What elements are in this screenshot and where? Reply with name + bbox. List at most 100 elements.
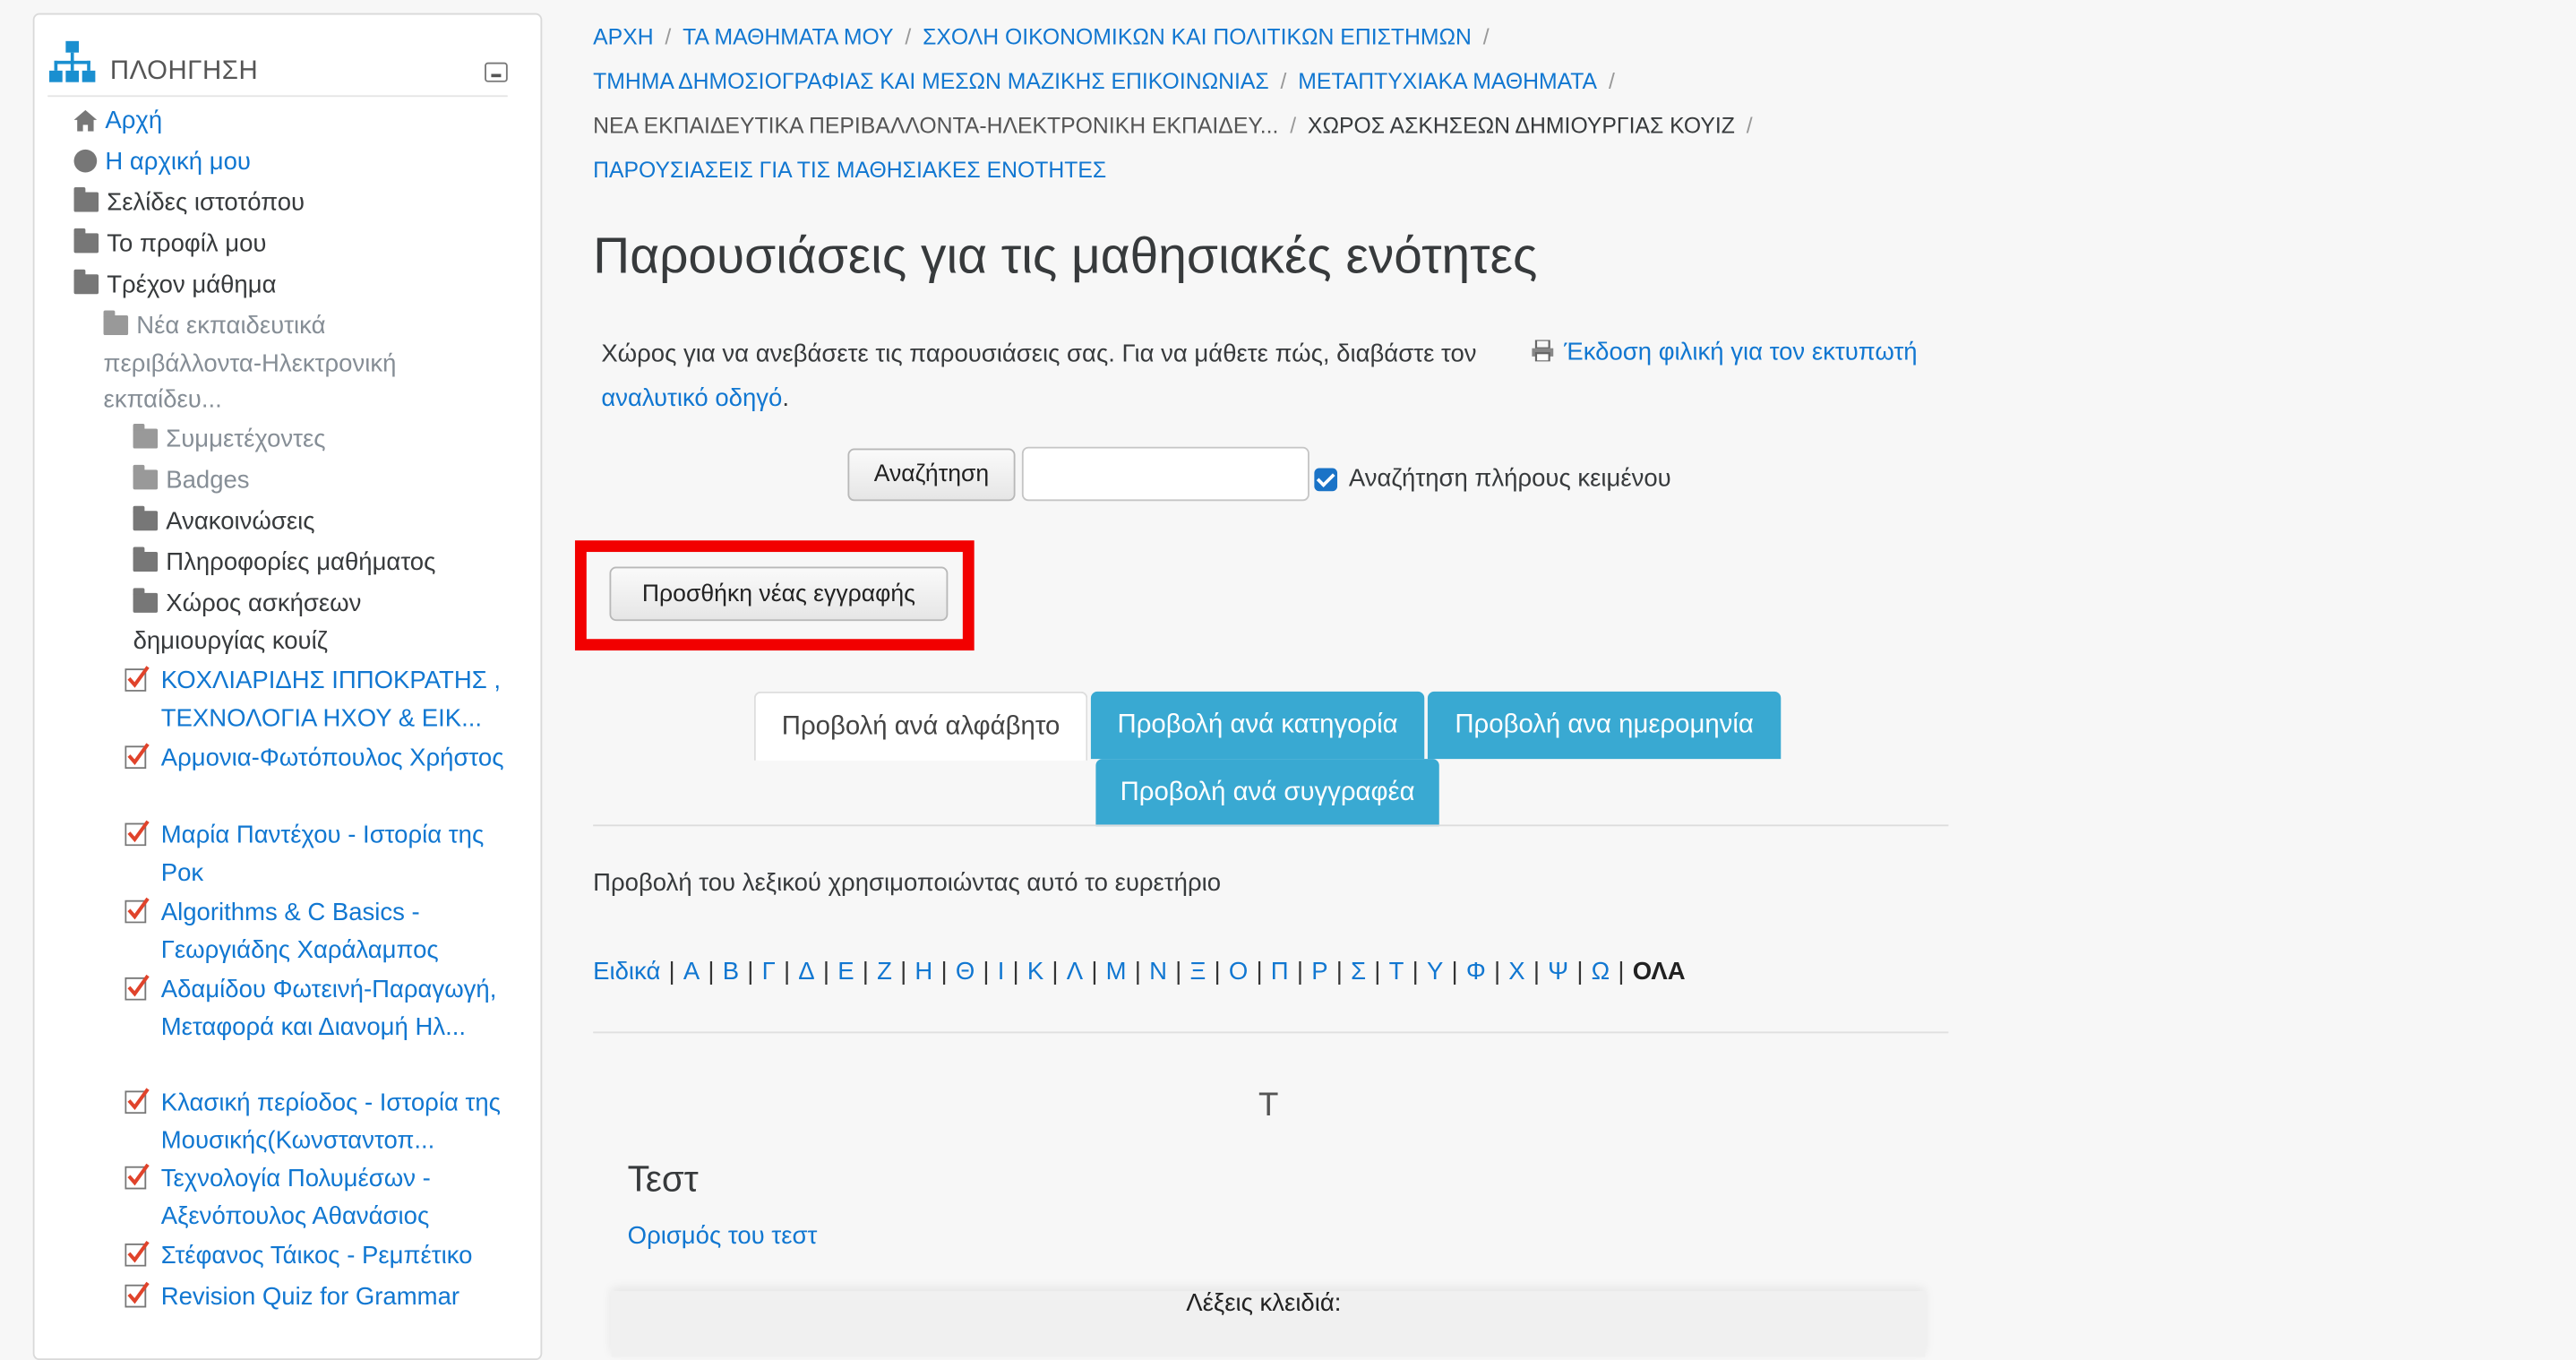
nav-item-home[interactable]: Αρχή: [73, 104, 163, 141]
quiz-icon: [125, 820, 150, 847]
entry-definition[interactable]: Ορισμός του τεστ: [628, 1222, 818, 1250]
folder-icon: [73, 228, 99, 254]
nav-item-my-profile-label: Το προφίλ μου: [107, 229, 267, 258]
nav-item-dashboard[interactable]: Η αρχική μου: [73, 144, 251, 181]
page-title: Παρουσιάσεις για τις μαθησιακές ενότητες: [593, 227, 1538, 285]
letter-link[interactable]: Μ: [1106, 958, 1127, 986]
keywords-label: Λέξεις κλειδιά:: [1186, 1289, 1342, 1318]
letter-link[interactable]: Τ: [1389, 958, 1404, 986]
entry-concept: Τεστ: [627, 1158, 699, 1200]
glossary-intro: Χώρος για να ανεβάσετε τις παρουσιάσεις …: [601, 340, 1477, 413]
breadcrumb-my-courses[interactable]: ΤΑ ΜΑΘΗΜΑΤΑ ΜΟΥ: [683, 25, 893, 50]
printer-friendly[interactable]: Έκδοση φιλική για τον εκτυπωτή: [1531, 331, 1918, 373]
quiz-icon: [125, 1088, 150, 1115]
nav-item-quiz-area[interactable]: Χώρος ασκήσεων δημιουργίας κουίζ: [133, 587, 429, 661]
fulltext-label: Αναζήτηση πλήρους κειμένου: [1348, 464, 1671, 494]
letter-link[interactable]: Β: [723, 958, 739, 986]
highlight-box: [574, 540, 975, 651]
current-letter: Τ: [1258, 1087, 1279, 1124]
tab-divider: [593, 824, 1949, 827]
collapse-block-icon[interactable]: [485, 62, 508, 82]
search-button[interactable]: Αναζήτηση: [847, 448, 1016, 502]
nav-item-announcements-label: Ανακοινώσεις: [166, 507, 315, 536]
quiz-icon: [125, 1240, 150, 1267]
index-divider: [593, 1031, 1949, 1034]
letter-link[interactable]: Φ: [1466, 958, 1486, 986]
quiz-item-label: Algorithms & C Basics - Γεωργιάδης Χαράλ…: [160, 898, 439, 964]
quiz-item-label: Αδαμίδου Φωτεινή-Παραγωγή, Μεταφορά και …: [160, 976, 497, 1041]
letter-link[interactable]: Σ: [1351, 958, 1366, 986]
letter-link[interactable]: Α: [683, 958, 700, 986]
nav-item-course[interactable]: Νέα εκπαιδευτικά περιβάλλοντα-Ηλεκτρονικ…: [103, 309, 466, 420]
letter-link[interactable]: Π: [1271, 958, 1289, 986]
letter-link[interactable]: Γ: [762, 958, 776, 986]
letter-link[interactable]: Κ: [1027, 958, 1043, 986]
alphabet-index: Ειδικά | Α | Β | Γ | Δ | Ε | Ζ | Η | Θ | Ι | Κ | Λ | Μ | Ν | Ξ | Ο | Π | Ρ…: [593, 957, 1686, 986]
quiz-icon: [125, 897, 150, 924]
letter-link[interactable]: Ρ: [1311, 958, 1327, 986]
quiz-item-label: Μαρία Παντέχου - Ιστορία της Ροκ: [160, 821, 485, 887]
nav-item-badges[interactable]: Badges: [133, 463, 250, 500]
letter-link[interactable]: Ω: [1592, 958, 1610, 986]
breadcrumb-postgrad[interactable]: ΜΕΤΑΠΤΥΧΙΑΚΑ ΜΑΘΗΜΑΤΑ: [1298, 69, 1597, 94]
letter-link[interactable]: Η: [914, 958, 932, 986]
sitemap-icon: [49, 40, 96, 82]
nav-item-site-pages[interactable]: Σελίδες ιστοτόπου: [73, 185, 305, 222]
nav-item-course-label: Νέα εκπαιδευτικά περιβάλλοντα-Ηλεκτρονικ…: [103, 312, 397, 415]
letter-link[interactable]: Ψ: [1548, 958, 1568, 986]
breadcrumb: ΑΡΧΗ / ΤΑ ΜΑΘΗΜΑΤΑ ΜΟΥ / ΣΧΟΛΗ ΟΙΚΟΝΟΜΙΚΩΝ Κ…: [593, 24, 1753, 183]
folder-icon: [133, 505, 159, 531]
nav-item-dashboard-label: Η αρχική μου: [105, 148, 251, 176]
guide-link[interactable]: αναλυτικό οδηγό: [601, 384, 782, 412]
tab-category[interactable]: Προβολή ανά κατηγορία: [1090, 691, 1425, 760]
breadcrumb-course[interactable]: ΝΕΑ ΕΚΠΑΙΔΕΥΤΙΚΑ ΠΕΡΙΒΑΛΛΟΝΤΑ-ΗΛΕΚΤΡΟΝΙΚ…: [593, 114, 1278, 139]
fulltext-checkbox[interactable]: [1314, 468, 1338, 492]
tab-author[interactable]: Προβολή ανά συγγραφέα: [1095, 759, 1439, 827]
nav-item-current-course[interactable]: Τρέχον μάθημα: [73, 268, 276, 305]
printer-friendly-link[interactable]: Έκδοση φιλική για τον εκτυπωτή: [1564, 339, 1917, 366]
nav-item-announcements[interactable]: Ανακοινώσεις: [133, 504, 315, 541]
search-input[interactable]: [1021, 446, 1309, 502]
letter-link[interactable]: Θ: [956, 958, 975, 986]
breadcrumb-home[interactable]: ΑΡΧΗ: [593, 25, 653, 50]
quiz-item-label: Τεχνολογία Πολυμέσων - Αξενόπουλος Αθανά…: [160, 1164, 431, 1230]
folder-icon: [133, 547, 159, 572]
tab-alphabet[interactable]: Προβολή ανά αλφάβητο: [753, 691, 1088, 761]
nav-item-quiz-area-label: Χώρος ασκήσεων δημιουργίας κουίζ: [133, 590, 362, 655]
breadcrumb-department[interactable]: ΤΜΗΜΑ ΔΗΜΟΣΙΟΓΡΑΦΙΑΣ ΚΑΙ ΜΕΣΩΝ ΜΑΖΙΚΗΣ Ε…: [593, 69, 1269, 94]
breadcrumb-school[interactable]: ΣΧΟΛΗ ΟΙΚΟΝΟΜΙΚΩΝ ΚΑΙ ΠΟΛΙΤΙΚΩΝ ΕΠΙΣΤΗΜΩ…: [923, 25, 1472, 50]
folder-icon: [133, 464, 159, 490]
letter-all[interactable]: ΟΛΑ: [1633, 958, 1686, 986]
letter-link[interactable]: Ε: [837, 958, 854, 986]
letter-link[interactable]: Ι: [998, 958, 1005, 986]
letter-link[interactable]: Ζ: [877, 958, 892, 986]
quiz-item-label: Στέφανος Τάικος - Ρεμπέτικο: [160, 1242, 473, 1270]
quiz-item-label: ΚΟΧΛΙΑΡΙΔΗΣ ΙΠΠΟΚΡΑΤΗΣ , ΤΕΧΝΟΛΟΓΙΑ ΗΧΟΥ…: [160, 667, 502, 732]
letter-link[interactable]: Ν: [1149, 958, 1167, 986]
quiz-icon: [125, 666, 150, 692]
letter-link[interactable]: Ειδικά: [593, 958, 660, 986]
folder-icon: [73, 269, 99, 295]
nav-item-home-label: Αρχή: [105, 107, 163, 135]
letter-link[interactable]: Λ: [1067, 958, 1083, 986]
letter-link[interactable]: Ο: [1229, 958, 1248, 986]
navigation-title: ΠΛΟΗΓΗΣΗ: [109, 57, 259, 86]
letter-link[interactable]: Χ: [1508, 958, 1524, 986]
folder-icon: [73, 187, 99, 212]
quiz-icon: [125, 974, 150, 1001]
intro-text: Χώρος για να ανεβάσετε τις παρουσιάσεις …: [601, 340, 1477, 368]
breadcrumb-section[interactable]: ΧΩΡΟΣ ΑΣΚΗΣΕΩΝ ΔΗΜΙΟΥΡΓΙΑΣ ΚΟΥΙΖ: [1308, 114, 1735, 139]
home-icon: [73, 109, 98, 132]
letter-link[interactable]: Δ: [798, 958, 814, 986]
quiz-item-label: Κλασική περίοδος - Ιστορία της Μουσικής(…: [160, 1089, 501, 1155]
nav-item-course-info[interactable]: Πληροφορίες μαθήματος: [133, 546, 435, 582]
letter-link[interactable]: Υ: [1427, 958, 1443, 986]
quiz-icon: [125, 1281, 150, 1308]
tab-date[interactable]: Προβολή ανα ημερομηνία: [1427, 691, 1782, 760]
index-description: Προβολή του λεξικού χρησιμοποιώντας αυτό…: [593, 868, 1222, 898]
breadcrumb-page[interactable]: ΠΑΡΟΥΣΙΑΣΕΙΣ ΓΙΑ ΤΙΣ ΜΑΘΗΣΙΑΚΕΣ ΕΝΟΤΗΤΕΣ: [593, 158, 1106, 183]
nav-item-my-profile[interactable]: Το προφίλ μου: [73, 227, 267, 263]
printer-icon: [1532, 340, 1554, 362]
letter-link[interactable]: Ξ: [1190, 958, 1206, 986]
nav-item-participants[interactable]: Συμμετέχοντες: [133, 422, 326, 459]
